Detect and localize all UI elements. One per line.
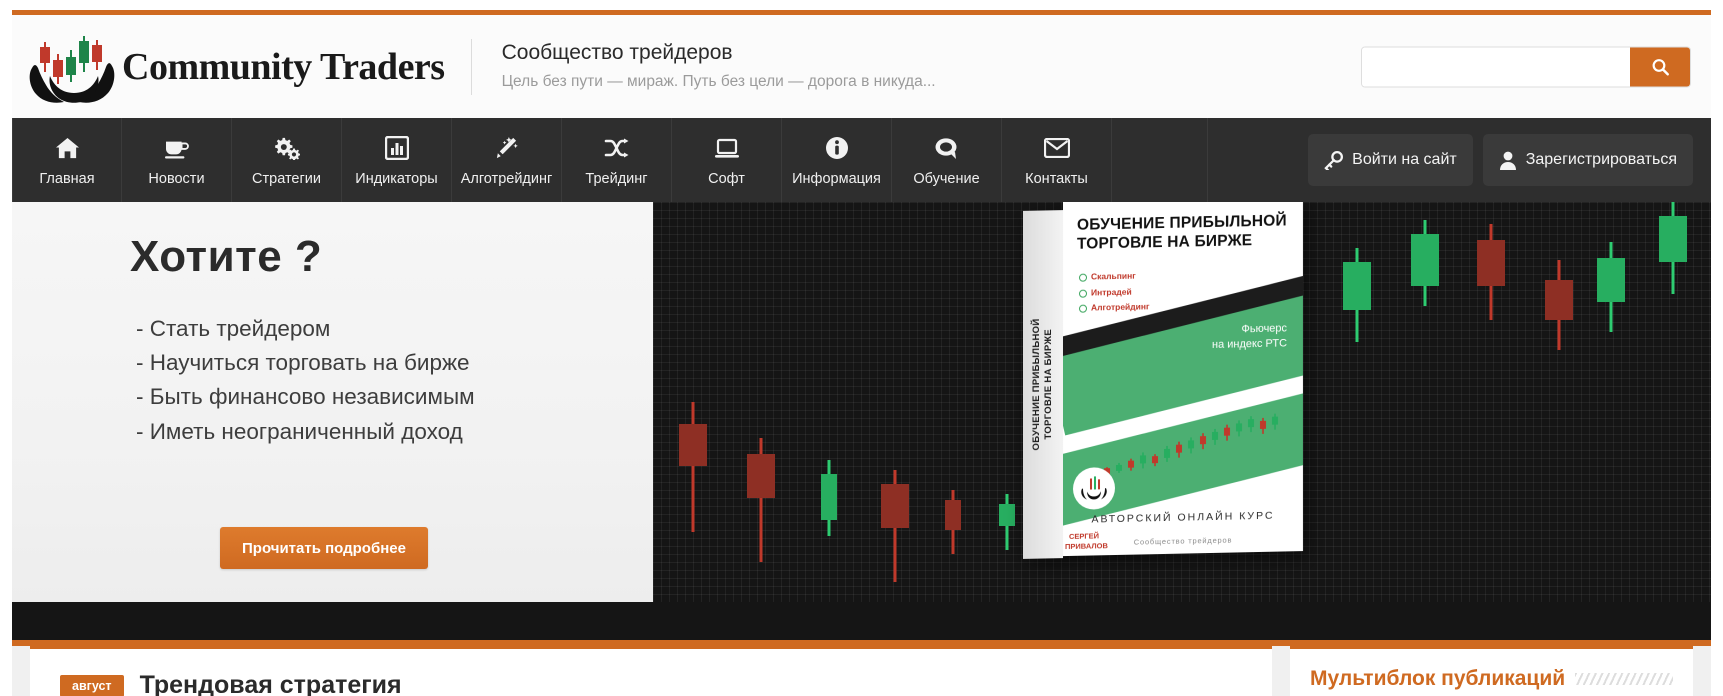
magic-wand-icon bbox=[494, 135, 519, 161]
site-header: Community Traders Сообщество трейдеров Ц… bbox=[12, 15, 1711, 118]
hero-cta-button[interactable]: Прочитать подробнее bbox=[220, 527, 428, 569]
comment-icon bbox=[934, 135, 960, 161]
login-button[interactable]: Войти на сайт bbox=[1308, 134, 1473, 186]
register-button-label: Зарегистрироваться bbox=[1525, 151, 1677, 168]
page-frame-right bbox=[1711, 0, 1723, 696]
laptop-icon bbox=[714, 135, 740, 161]
sidebar-column: Мультиблок публикаций bbox=[1290, 646, 1693, 696]
nav-label: Трейдинг bbox=[585, 171, 648, 187]
check-dot-icon bbox=[1079, 273, 1087, 282]
bullet-label: Алготрейдинг bbox=[1091, 301, 1150, 313]
sidebar-widget-header: Мультиблок публикаций bbox=[1310, 667, 1673, 691]
envelope-icon bbox=[1043, 135, 1070, 161]
hero-bullet: - Быть финансово независимым bbox=[136, 384, 475, 410]
top-accent-bar bbox=[12, 10, 1711, 15]
content-area: август Трендовая стратегия Мультиблок пу… bbox=[12, 646, 1711, 696]
product-box-author: СЕРГЕЙ ПРИВАЛОВ bbox=[1065, 531, 1108, 551]
main-column: август Трендовая стратегия bbox=[30, 646, 1272, 696]
product-box-spine: ОБУЧЕНИЕ ПРИБЫЛЬНОЙ ТОРГОВЛЕ НА БИРЖЕ bbox=[1023, 210, 1063, 559]
hero-bullet: - Иметь неограниченный доход bbox=[136, 418, 463, 444]
product-box-image: ОБУЧЕНИЕ ПРИБЫЛЬНОЙ ТОРГОВЛЕ НА БИРЖЕ ОБУ… bbox=[1023, 202, 1303, 561]
logo-wordmark: Community Traders bbox=[122, 45, 445, 88]
hero-text-panel: Хотите ? - Стать трейдером - Научиться т… bbox=[12, 202, 653, 602]
site-title: Сообщество трейдеров bbox=[501, 40, 733, 64]
nav-label: Алготрейдинг bbox=[460, 171, 553, 187]
nav-label: Контакты bbox=[1025, 171, 1088, 187]
product-box-bullet: Алготрейдинг bbox=[1079, 300, 1150, 317]
coffee-cup-icon bbox=[164, 135, 190, 161]
nav-item-strategii[interactable]: Стратегии bbox=[232, 118, 342, 202]
hero-bottom-band bbox=[12, 602, 1711, 640]
page-frame-left bbox=[0, 0, 12, 696]
product-box-bullet: Интрадей bbox=[1079, 284, 1150, 301]
nav-item-glavnaya[interactable]: Главная bbox=[12, 118, 122, 202]
hero-banner: Хотите ? - Стать трейдером - Научиться т… bbox=[12, 202, 1711, 602]
hands-candlestick-logo-icon bbox=[26, 28, 118, 106]
nav-item-obuchenie[interactable]: Обучение bbox=[892, 118, 1002, 202]
product-box-bullet: Скальпинг bbox=[1079, 268, 1150, 285]
check-dot-icon bbox=[1079, 304, 1087, 314]
main-navigation: Главная Новости Стратегии Индикаторы Алг… bbox=[12, 118, 1711, 202]
product-box-heading: ОБУЧЕНИЕ ПРИБЫЛЬНОЙ ТОРГОВЛЕ НА БИРЖЕ bbox=[1077, 212, 1287, 254]
search-submit-button[interactable] bbox=[1630, 47, 1690, 86]
register-button[interactable]: Зарегистрироваться bbox=[1482, 134, 1693, 186]
nav-label: Софт bbox=[708, 171, 745, 187]
product-box-subtitle: Фьючерс на индекс РТС bbox=[1211, 322, 1287, 351]
search-icon bbox=[1651, 57, 1670, 76]
product-box-spine-text: ОБУЧЕНИЕ ПРИБЫЛЬНОЙ ТОРГОВЛЕ НА БИРЖЕ bbox=[1031, 318, 1054, 451]
nav-auth-group: Войти на сайт Зарегистрироваться bbox=[1207, 118, 1711, 202]
hero-title: Хотите ? bbox=[130, 232, 323, 281]
home-icon bbox=[55, 135, 80, 161]
nav-item-algotrading[interactable]: Алготрейдинг bbox=[452, 118, 562, 202]
nav-label: Новости bbox=[148, 171, 205, 187]
nav-label: Информация bbox=[792, 171, 881, 187]
search-input[interactable] bbox=[1362, 47, 1630, 86]
hero-bullet-list: - Стать трейдером - Научиться торговать … bbox=[136, 312, 475, 449]
login-button-label: Войти на сайт bbox=[1352, 151, 1457, 168]
gears-icon bbox=[273, 135, 300, 161]
site-logo-link[interactable]: Community Traders bbox=[26, 28, 445, 106]
post-title-link[interactable]: Трендовая стратегия bbox=[140, 671, 402, 696]
info-circle-icon bbox=[825, 135, 849, 161]
post-date-badge: август bbox=[60, 674, 124, 696]
site-identity: Сообщество трейдеров Цель без пути — мир… bbox=[502, 40, 936, 94]
nav-item-novosti[interactable]: Новости bbox=[122, 118, 232, 202]
bar-chart-icon bbox=[384, 135, 409, 161]
nav-label: Стратегии bbox=[252, 171, 321, 187]
shuffle-icon bbox=[604, 135, 630, 161]
key-icon bbox=[1324, 150, 1344, 170]
user-icon bbox=[1499, 151, 1517, 170]
hero-chart-panel: ОБУЧЕНИЕ ПРИБЫЛЬНОЙ ТОРГОВЛЕ НА БИРЖЕ ОБУ… bbox=[653, 202, 1711, 602]
nav-item-kontakty[interactable]: Контакты bbox=[1002, 118, 1112, 202]
header-divider bbox=[470, 38, 472, 95]
nav-item-trading[interactable]: Трейдинг bbox=[562, 118, 672, 202]
nav-label: Индикаторы bbox=[355, 171, 438, 187]
search-box bbox=[1361, 46, 1691, 87]
sidebar-hatch-decoration bbox=[1575, 673, 1673, 685]
product-box-front: ОБУЧЕНИЕ ПРИБЫЛЬНОЙ ТОРГОВЛЕ НА БИРЖЕ Ск… bbox=[1063, 202, 1303, 557]
nav-label: Обучение bbox=[913, 171, 980, 187]
page-root: Community Traders Сообщество трейдеров Ц… bbox=[0, 0, 1723, 696]
nav-item-soft[interactable]: Софт bbox=[672, 118, 782, 202]
product-box-mini-chart bbox=[1104, 413, 1278, 476]
bullet-label: Интрадей bbox=[1091, 286, 1132, 298]
page-frame-top bbox=[0, 0, 1723, 10]
nav-item-indikatory[interactable]: Индикаторы bbox=[342, 118, 452, 202]
site-tagline: Цель без пути — мираж. Путь без цели — д… bbox=[501, 73, 936, 90]
nav-item-informaciya[interactable]: Информация bbox=[782, 118, 892, 202]
nav-label: Главная bbox=[39, 171, 95, 187]
check-dot-icon bbox=[1079, 289, 1087, 298]
bullet-label: Скальпинг bbox=[1091, 270, 1136, 282]
hero-bullet: - Научиться торговать на бирже bbox=[136, 350, 470, 376]
hero-bullet: - Стать трейдером bbox=[136, 316, 331, 341]
post-header: август Трендовая стратегия bbox=[60, 671, 1242, 696]
nav-item-list: Главная Новости Стратегии Индикаторы Алг… bbox=[12, 118, 1112, 202]
product-box-bullets: Скальпинг Интрадей Алготрейдинг bbox=[1079, 268, 1150, 317]
sidebar-widget-title: Мультиблок публикаций bbox=[1310, 667, 1566, 690]
